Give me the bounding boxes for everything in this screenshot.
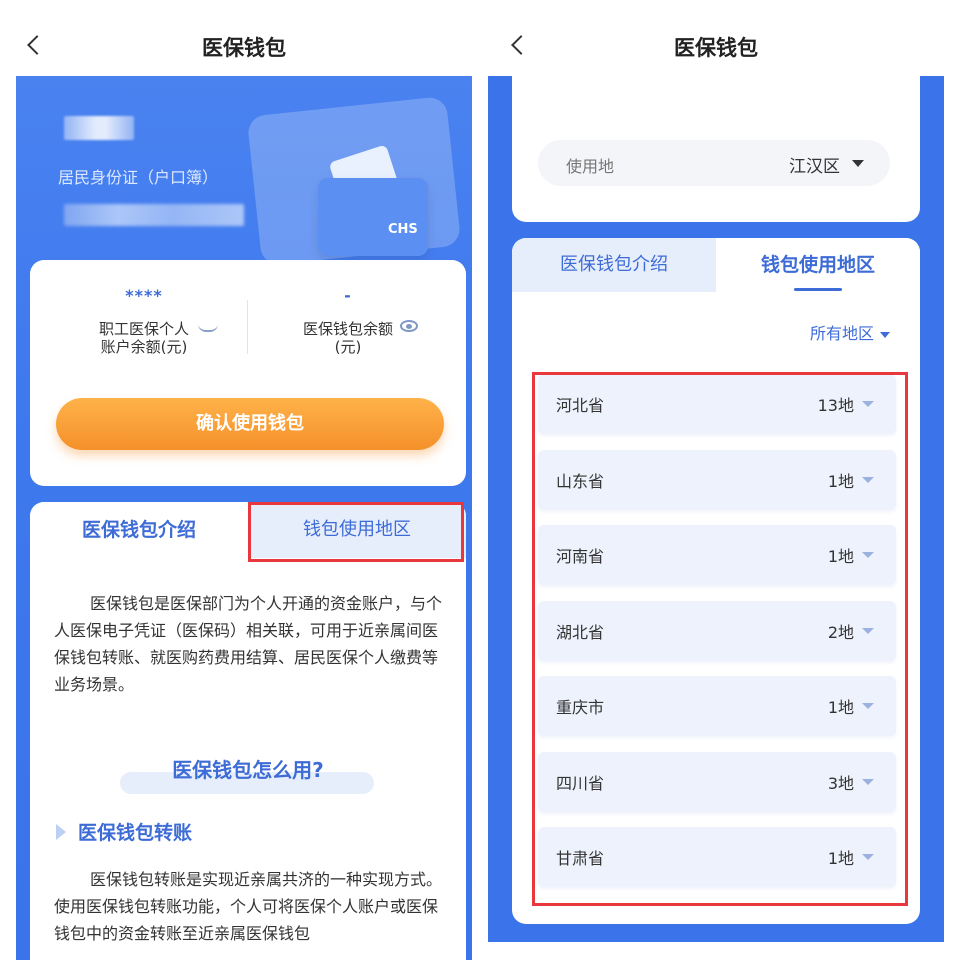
balance-card: **** 职工医保个人 账户余额(元) - 医保钱包余额 (元) 确认使用钱包 bbox=[30, 260, 466, 486]
confirm-use-wallet-button[interactable]: 确认使用钱包 bbox=[56, 398, 444, 450]
location-value: 江汉区 bbox=[789, 157, 840, 177]
screenshot-stage: 医保钱包 居民身份证（户口簿） CHS **** 职工医保个人 账户余额(元) bbox=[0, 0, 960, 960]
tab-wallet-regions[interactable]: 钱包使用地区 bbox=[716, 238, 920, 292]
tab-wallet-intro[interactable]: 医保钱包介绍 bbox=[512, 238, 716, 292]
page-title: 医保钱包 bbox=[202, 36, 286, 60]
active-tab-underline bbox=[794, 288, 842, 291]
page-title-right: 医保钱包 bbox=[674, 36, 758, 60]
info-card: 医保钱包介绍 钱包使用地区 医保钱包是医保部门为个人开通的资金账户，与个人医保电… bbox=[30, 502, 466, 960]
intro-paragraph: 医保钱包是医保部门为个人开通的资金账户，与个人医保电子凭证（医保码）相关联，可用… bbox=[54, 594, 443, 694]
chs-logo: CHS bbox=[388, 222, 418, 237]
wallet-balance: - 医保钱包余额 (元) bbox=[248, 286, 448, 356]
location-card: 使用地 江汉区 bbox=[512, 76, 920, 222]
howto-title: 医保钱包怎么用? bbox=[172, 758, 324, 782]
blurred-name bbox=[64, 116, 134, 140]
top-nav: 医保钱包 bbox=[16, 0, 472, 76]
location-selector[interactable]: 使用地 江汉区 bbox=[538, 140, 890, 186]
left-screen: 医保钱包 居民身份证（户口簿） CHS **** 职工医保个人 账户余额(元) bbox=[16, 0, 472, 960]
wallet-card-illustration: CHS bbox=[246, 95, 462, 267]
id-type-label: 居民身份证（户口簿） bbox=[58, 168, 219, 187]
eye-icon[interactable] bbox=[400, 320, 418, 332]
region-filter-dropdown[interactable]: 所有地区 bbox=[810, 320, 890, 344]
location-label: 使用地 bbox=[566, 157, 615, 176]
highlight-box-region-list bbox=[532, 372, 908, 906]
transfer-title: 医保钱包转账 bbox=[78, 822, 193, 844]
wallet-balance-label: 医保钱包余额 (元) bbox=[248, 320, 448, 356]
caret-down-icon bbox=[852, 160, 864, 167]
region-filter-label: 所有地区 bbox=[809, 324, 874, 343]
wallet-balance-value: - bbox=[344, 286, 352, 305]
wallet-label-line1: 医保钱包余额 bbox=[302, 320, 393, 338]
employee-label-line2: 账户余额(元) bbox=[100, 338, 188, 356]
transfer-paragraph: 医保钱包转账是实现近亲属共济的一种实现方式。使用医保钱包转账功能，个人可将医保个… bbox=[54, 870, 443, 943]
tab-wallet-intro[interactable]: 医保钱包介绍 bbox=[30, 502, 248, 558]
employee-balance-value: **** bbox=[125, 286, 163, 305]
card-front-shape bbox=[318, 178, 428, 256]
caret-down-icon bbox=[880, 331, 890, 338]
blurred-id-number bbox=[64, 204, 244, 226]
wallet-label-line2: (元) bbox=[334, 338, 362, 356]
employee-balance: **** 职工医保个人 账户余额(元) bbox=[44, 286, 244, 356]
triangle-bullet-icon bbox=[56, 824, 66, 840]
highlight-box-regions-tab bbox=[248, 502, 464, 562]
top-nav-right: 医保钱包 bbox=[488, 0, 944, 76]
